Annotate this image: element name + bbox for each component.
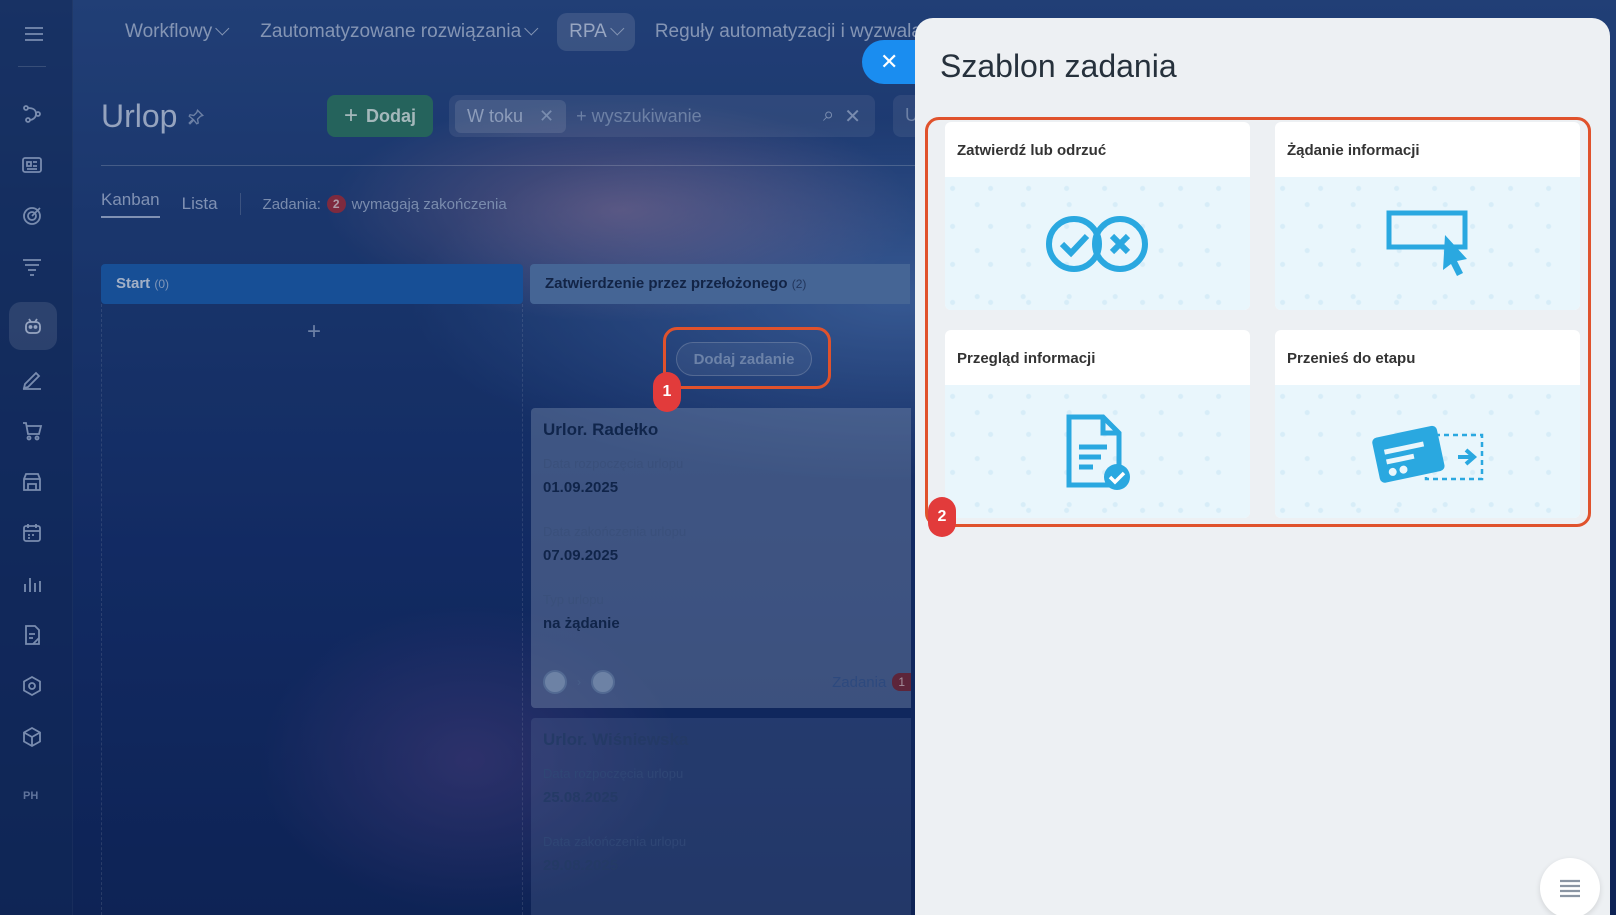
close-icon: ✕ [880,49,899,74]
list-icon [1560,879,1580,898]
highlight-add-task [663,327,831,389]
panel-title: Szablon zadania [940,48,1177,84]
step-badge-1: 1 [653,372,681,412]
list-menu-button[interactable] [1540,858,1600,915]
close-panel-button[interactable]: ✕ [862,40,922,84]
highlight-templates [925,117,1591,527]
step-badge-2: 2 [928,497,956,537]
